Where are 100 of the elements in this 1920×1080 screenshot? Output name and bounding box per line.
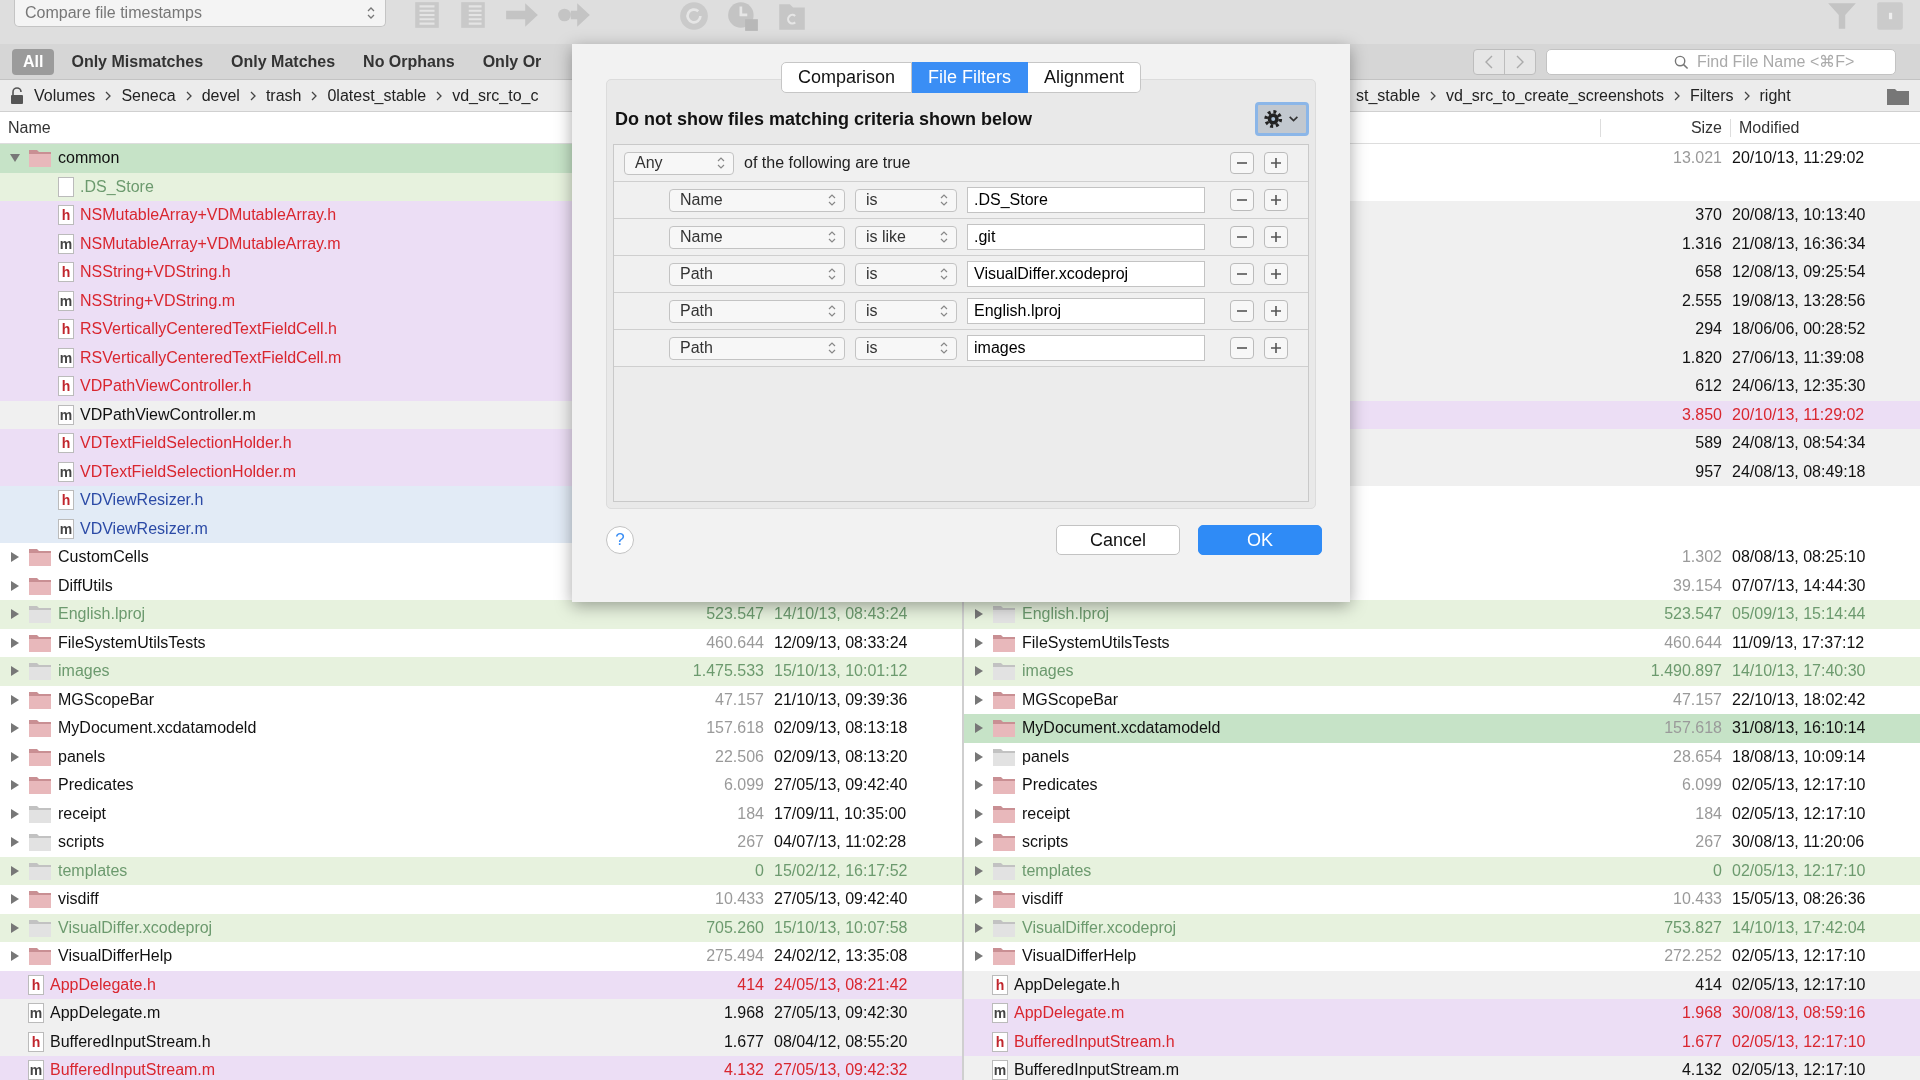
remove-button[interactable] xyxy=(1230,263,1254,285)
field-dropdown[interactable]: Name xyxy=(669,225,845,249)
file-size: 0 xyxy=(755,861,764,879)
operator-dropdown[interactable]: is like xyxy=(855,225,957,249)
disclosure-triangle[interactable] xyxy=(10,864,20,877)
operator-dropdown[interactable]: is xyxy=(855,299,957,323)
disclosure-triangle[interactable] xyxy=(10,693,20,706)
path-segment[interactable]: st_stable xyxy=(1356,86,1421,105)
file-row[interactable]: m BufferedInputStream.m 4.132 27/05/13, 09:42:32 xyxy=(0,1056,962,1080)
settings-button[interactable] xyxy=(1255,102,1309,136)
file-row[interactable]: h AppDelegate.h 414 02/05/13, 12:17:10 xyxy=(964,970,1920,999)
value-input[interactable]: VisualDiffer.xcodeproj xyxy=(967,261,1205,287)
modified-date: 11/09/13, 17:37:12 xyxy=(1732,633,1865,651)
disclosure-triangle[interactable] xyxy=(974,779,984,792)
search-field[interactable]: Find File Name <⌘F> xyxy=(1546,48,1896,75)
file-row[interactable]: m AppDelegate.m 1.968 30/08/13, 08:59:16 xyxy=(964,999,1920,1028)
path-segment[interactable]: vd_src_to_c xyxy=(452,86,539,105)
disclosure-triangle[interactable] xyxy=(10,836,20,849)
remove-button[interactable] xyxy=(1230,300,1254,322)
file-size: 3.850 xyxy=(1681,405,1722,423)
add-button[interactable] xyxy=(1264,337,1288,359)
add-button[interactable] xyxy=(1264,263,1288,285)
disclosure-triangle[interactable] xyxy=(10,608,20,621)
disclosure-triangle[interactable] xyxy=(974,636,984,649)
disclosure-triangle[interactable] xyxy=(10,779,20,792)
column-header[interactable]: Modified xyxy=(1730,118,1920,137)
path-segment[interactable]: Seneca xyxy=(121,86,176,105)
path-segment[interactable]: right xyxy=(1759,86,1791,105)
modified-date: 12/09/13, 08:33:24 xyxy=(774,633,908,651)
add-button[interactable] xyxy=(1264,189,1288,211)
file-row[interactable]: m AppDelegate.m 1.968 27/05/13, 09:42:30 xyxy=(0,999,962,1028)
dialog-button[interactable]: Cancel xyxy=(1056,525,1180,555)
path-segment[interactable]: trash xyxy=(265,86,302,105)
column-header[interactable]: Size xyxy=(1600,118,1730,137)
disclosure-triangle[interactable] xyxy=(10,722,20,735)
path-segment[interactable]: Volumes xyxy=(34,86,96,105)
scope-filter[interactable]: Only Mismatches xyxy=(60,48,215,75)
disclosure-triangle[interactable] xyxy=(10,921,20,934)
scope-filter[interactable]: No Orphans xyxy=(352,48,466,75)
field-dropdown[interactable]: Name xyxy=(669,188,845,212)
disclosure-triangle[interactable] xyxy=(10,551,20,564)
disclosure-triangle[interactable] xyxy=(974,693,984,706)
scope-filter[interactable]: Only Matches xyxy=(220,48,347,75)
disclosure-triangle[interactable] xyxy=(974,807,984,820)
operator-dropdown[interactable]: is xyxy=(855,336,957,360)
disclosure-triangle[interactable] xyxy=(10,636,20,649)
disclosure-triangle[interactable] xyxy=(974,864,984,877)
disclosure-triangle[interactable] xyxy=(10,750,20,763)
value-input[interactable]: .git xyxy=(967,224,1205,250)
disclosure-triangle[interactable] xyxy=(974,893,984,906)
remove-button[interactable] xyxy=(1230,226,1254,248)
file-row[interactable]: h BufferedInputStream.h 1.677 02/05/13, 12:17:10 xyxy=(964,1027,1920,1056)
file-row[interactable]: h AppDelegate.h 414 24/05/13, 08:21:42 xyxy=(0,970,962,999)
disclosure-triangle[interactable] xyxy=(974,608,984,621)
value-input[interactable]: .DS_Store xyxy=(967,187,1205,213)
lock-icon[interactable] xyxy=(10,86,24,105)
remove-button[interactable] xyxy=(1230,337,1254,359)
add-button[interactable] xyxy=(1264,152,1288,174)
add-button[interactable] xyxy=(1264,300,1288,322)
path-segment[interactable]: vd_src_to_create_screenshots xyxy=(1446,86,1664,105)
file-name: VisualDiffer.xcodeproj xyxy=(1022,918,1177,937)
file-row[interactable]: h BufferedInputStream.h 1.677 08/04/12, 08:55:20 xyxy=(0,1027,962,1056)
file-name: VisualDifferHelp xyxy=(58,947,173,966)
disclosure-triangle[interactable] xyxy=(974,722,984,735)
scope-filter[interactable]: Only Or xyxy=(471,48,553,75)
field-dropdown[interactable]: Path xyxy=(669,299,845,323)
operator-dropdown[interactable]: is xyxy=(855,188,957,212)
disclosure-triangle[interactable] xyxy=(974,921,984,934)
field-dropdown[interactable]: Path xyxy=(669,262,845,286)
remove-button[interactable] xyxy=(1230,189,1254,211)
add-button[interactable] xyxy=(1264,226,1288,248)
file-icon: h xyxy=(992,1031,1008,1052)
disclosure-triangle[interactable] xyxy=(974,750,984,763)
modified-date: 30/08/13, 08:59:16 xyxy=(1732,1004,1866,1022)
quantifier-dropdown[interactable]: Any xyxy=(624,151,734,175)
path-segment[interactable]: 0latest_stable xyxy=(327,86,427,105)
field-dropdown[interactable]: Path xyxy=(669,336,845,360)
tab[interactable]: Comparison xyxy=(780,62,912,93)
modified-date: 14/10/13, 08:43:24 xyxy=(774,605,908,623)
file-size: 6.099 xyxy=(1681,776,1722,794)
disclosure-triangle[interactable] xyxy=(10,950,20,963)
disclosure-triangle[interactable] xyxy=(9,153,21,164)
file-name: receipt xyxy=(58,804,107,823)
disclosure-triangle[interactable] xyxy=(10,893,20,906)
disclosure-triangle[interactable] xyxy=(10,665,20,678)
disclosure-triangle[interactable] xyxy=(974,665,984,678)
disclosure-triangle[interactable] xyxy=(974,836,984,849)
path-segment[interactable]: devel xyxy=(201,86,240,105)
remove-button[interactable] xyxy=(1230,152,1254,174)
path-segment[interactable]: Filters xyxy=(1689,86,1734,105)
file-row[interactable]: m BufferedInputStream.m 4.132 02/05/13, 12:17:10 xyxy=(964,1056,1920,1080)
disclosure-triangle[interactable] xyxy=(10,579,20,592)
value-input[interactable]: English.lproj xyxy=(967,298,1205,324)
value-input[interactable]: images xyxy=(967,335,1205,361)
comparison-mode-dropdown[interactable]: Compare file timestamps xyxy=(14,0,386,27)
tab[interactable]: Alignment xyxy=(1028,62,1142,93)
file-row[interactable]: MyDocument.xcdatamodeld 157.618 31/08/13, 16:10:14 xyxy=(964,714,1920,743)
disclosure-triangle[interactable] xyxy=(10,807,20,820)
disclosure-triangle[interactable] xyxy=(974,950,984,963)
operator-dropdown[interactable]: is xyxy=(855,262,957,286)
